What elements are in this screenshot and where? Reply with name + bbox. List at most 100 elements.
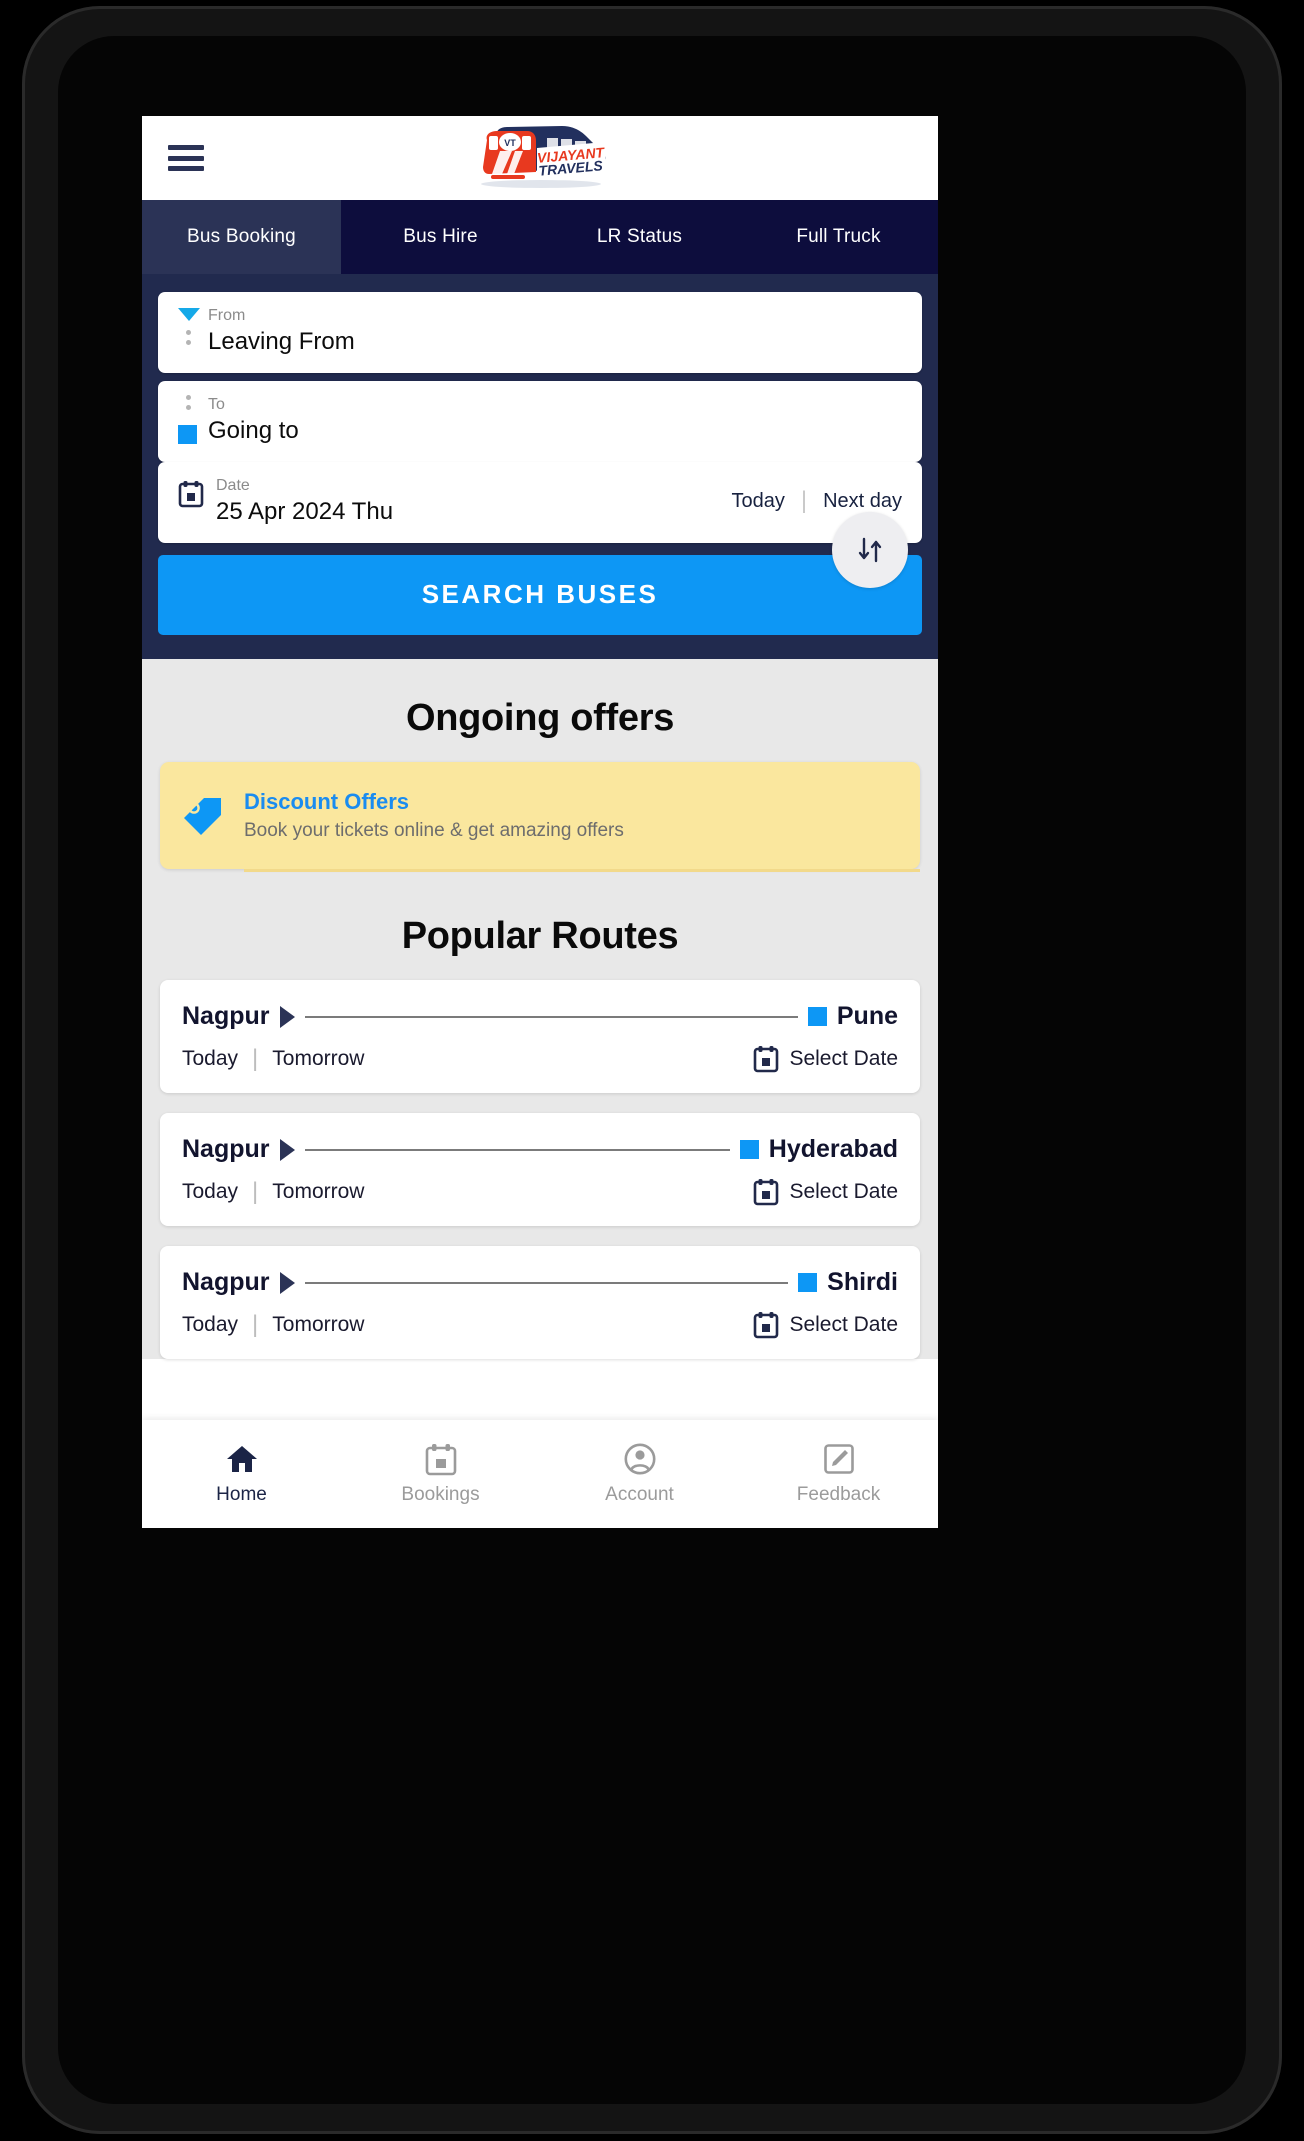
tab-full-truck[interactable]: Full Truck: [739, 200, 938, 274]
ongoing-offers-heading: Ongoing offers: [405, 696, 675, 739]
to-field[interactable]: To Going to: [158, 380, 922, 462]
route-destination: Hyderabad: [768, 1135, 898, 1164]
brand-logo: VT VIJAYANT TRAVELS: [467, 122, 613, 194]
to-label: To: [208, 395, 225, 413]
route-tomorrow-button[interactable]: Tomorrow: [272, 1313, 364, 1337]
bookings-calendar-icon: [425, 1444, 456, 1476]
route-select-date-button[interactable]: Select Date: [753, 1178, 898, 1206]
destination-square-icon: [807, 1007, 827, 1027]
swap-icon-glyph: [858, 537, 882, 563]
popular-routes-list: Nagpur Pune Today | Tomorrow Select Date…: [142, 980, 938, 1360]
from-dots-icon: [186, 330, 191, 345]
nav-label: Home: [216, 1484, 267, 1505]
svg-text:VT: VT: [504, 138, 516, 148]
route-tomorrow-button[interactable]: Tomorrow: [272, 1180, 364, 1204]
route-quick-dates: Today | Tomorrow: [182, 1045, 364, 1073]
nav-item-bookings[interactable]: Bookings: [341, 1420, 540, 1528]
date-field[interactable]: Date 25 Apr 2024 Thu Today | Next day: [158, 461, 922, 543]
swap-arrows-icon[interactable]: [832, 512, 908, 588]
vijayant-travels-bus-logo: VT VIJAYANT TRAVELS: [481, 126, 606, 188]
route-destination: Shirdi: [827, 1268, 898, 1297]
date-next-day-button[interactable]: Next day: [823, 490, 902, 513]
nav-label: Bookings: [401, 1484, 480, 1505]
from-field[interactable]: From Leaving From: [158, 292, 922, 373]
account-person-icon: [624, 1443, 655, 1475]
route-today-button[interactable]: Today: [182, 1180, 238, 1204]
arrow-right-icon: [279, 1005, 295, 1028]
search-panel: From Leaving From To Going to Date 25 Ap…: [142, 274, 938, 659]
app-header: VT VIJAYANT TRAVELS: [142, 116, 938, 200]
discount-offers-card[interactable]: Discount Offers Book your tickets online…: [160, 761, 920, 873]
search-buses-button[interactable]: SEARCH BUSES: [158, 554, 922, 635]
select-date-label: Select Date: [789, 1047, 898, 1071]
nav-item-account[interactable]: Account: [540, 1420, 739, 1528]
discount-tag-icon: [184, 797, 221, 835]
tab-bus-hire[interactable]: Bus Hire: [341, 200, 540, 274]
bottom-navigation: Home Bookings Account Feedback: [142, 1420, 938, 1528]
route-select-date-button[interactable]: Select Date: [753, 1045, 898, 1073]
offer-title: Discount Offers: [244, 788, 410, 814]
route-quick-dates: Today | Tomorrow: [182, 1178, 364, 1206]
calendar-icon: [754, 1312, 779, 1339]
date-quick-actions: Today | Next day: [731, 487, 902, 515]
from-label: From: [208, 307, 246, 324]
nav-label: Feedback: [796, 1484, 881, 1505]
select-date-label: Select Date: [789, 1180, 898, 1204]
route-card[interactable]: Nagpur Pune Today | Tomorrow Select Date: [160, 980, 920, 1094]
arrow-right-icon: [279, 1138, 295, 1161]
nav-item-home[interactable]: Home: [142, 1420, 341, 1528]
route-today-button[interactable]: Today: [182, 1047, 238, 1071]
route-origin: Nagpur: [182, 1002, 270, 1031]
date-label: Date: [216, 476, 250, 494]
route-origin: Nagpur: [182, 1268, 270, 1297]
to-square-icon: [178, 424, 197, 444]
device-frame: VT VIJAYANT TRAVELS Bus Booking Bus Hire…: [22, 6, 1282, 2134]
route-actions: Today | Tomorrow Select Date: [182, 1178, 898, 1206]
calendar-icon: [178, 480, 204, 508]
offer-subtitle: Book your tickets online & get amazing o…: [244, 820, 624, 842]
destination-square-icon: [739, 1140, 759, 1160]
route-endpoints: Nagpur Shirdi: [182, 1268, 898, 1297]
date-today-button[interactable]: Today: [731, 490, 784, 513]
route-connector-line: [304, 1015, 798, 1018]
from-triangle-icon: [178, 308, 200, 321]
tab-label: Bus Booking: [187, 226, 296, 247]
route-separator: |: [252, 1178, 259, 1206]
destination-square-icon: [798, 1273, 818, 1293]
route-select-date-button[interactable]: Select Date: [753, 1311, 898, 1339]
tab-label: Bus Hire: [403, 226, 478, 247]
hamburger-menu-icon[interactable]: [168, 145, 204, 171]
route-separator: |: [252, 1311, 259, 1339]
route-origin: Nagpur: [182, 1135, 270, 1164]
date-separator: |: [800, 487, 808, 515]
route-destination: Pune: [836, 1002, 898, 1031]
route-connector-line: [304, 1148, 730, 1151]
route-connector-line: [304, 1281, 789, 1284]
to-dots-icon: [186, 394, 191, 410]
main-tabbar: Bus Booking Bus Hire LR Status Full Truc…: [142, 200, 938, 274]
page-body: Ongoing offers Discount Offers Book your…: [142, 658, 938, 1360]
feedback-pencil-icon: [823, 1444, 854, 1474]
calendar-icon: [754, 1046, 779, 1073]
route-today-button[interactable]: Today: [182, 1313, 238, 1337]
route-card[interactable]: Nagpur Shirdi Today | Tomorrow Select Da…: [160, 1246, 920, 1360]
app-screen: VT VIJAYANT TRAVELS Bus Booking Bus Hire…: [142, 116, 938, 1528]
route-tomorrow-button[interactable]: Tomorrow: [272, 1047, 364, 1071]
route-quick-dates: Today | Tomorrow: [182, 1311, 364, 1339]
to-value: Going to: [208, 417, 299, 445]
route-endpoints: Nagpur Hyderabad: [182, 1135, 898, 1164]
nav-label: Account: [605, 1484, 674, 1505]
nav-item-feedback[interactable]: Feedback: [739, 1420, 938, 1528]
arrow-right-icon: [279, 1271, 295, 1294]
route-card[interactable]: Nagpur Hyderabad Today | Tomorrow Select…: [160, 1113, 920, 1227]
tab-lr-status[interactable]: LR Status: [540, 200, 739, 274]
home-icon: [226, 1446, 257, 1472]
route-actions: Today | Tomorrow Select Date: [182, 1311, 898, 1339]
route-separator: |: [252, 1045, 259, 1073]
route-endpoints: Nagpur Pune: [182, 1002, 898, 1031]
select-date-label: Select Date: [789, 1313, 898, 1337]
offer-text-block: Discount Offers Book your tickets online…: [244, 788, 624, 843]
tab-label: Full Truck: [796, 226, 881, 247]
tab-bus-booking[interactable]: Bus Booking: [142, 200, 341, 274]
route-actions: Today | Tomorrow Select Date: [182, 1045, 898, 1073]
